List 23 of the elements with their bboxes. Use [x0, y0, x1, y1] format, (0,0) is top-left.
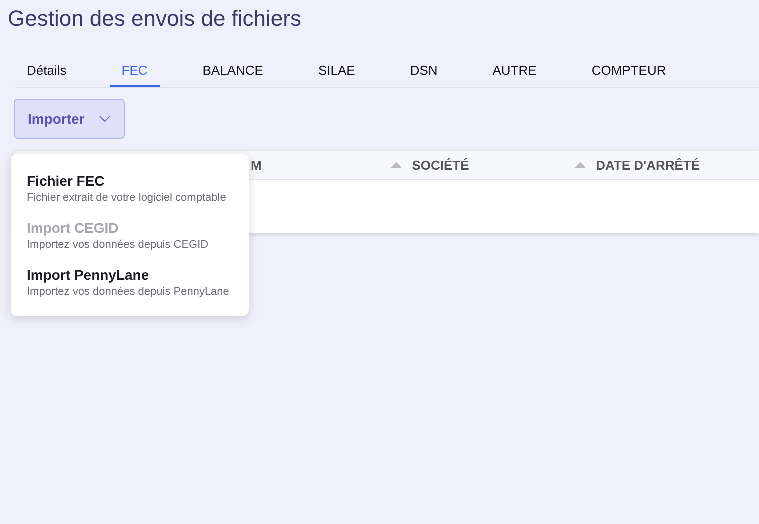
- menu-item[interactable]: Import PennyLane Importez vos données depuis PennyLane: [11, 260, 249, 307]
- menu-item-title: Import PennyLane: [27, 266, 150, 284]
- tab[interactable]: SILAE: [306, 54, 368, 87]
- tab[interactable]: FEC: [110, 54, 160, 87]
- caret-icon: [98, 115, 111, 123]
- tab[interactable]: DSN: [398, 54, 450, 87]
- import-button[interactable]: Importer: [14, 99, 125, 139]
- menu-item[interactable]: Fichier FEC Fichier extrait de votre logiciel comptable: [11, 166, 249, 213]
- page-title: Gestion des envois de fichiers: [7, 5, 302, 32]
- column-header[interactable]: SOCIÉTÉ: [412, 158, 470, 172]
- tab[interactable]: BALANCE: [190, 54, 276, 87]
- menu-item-title: Fichier FEC: [27, 172, 106, 190]
- column-header[interactable]: M: [251, 158, 262, 172]
- tab[interactable]: Détails: [15, 54, 79, 87]
- tab[interactable]: AUTRE: [480, 54, 549, 87]
- menu-item-description: Importez vos données depuis CEGID: [27, 238, 210, 253]
- menu-item-description: Importez vos données depuis PennyLane: [27, 285, 230, 300]
- sort-icon[interactable]: [575, 162, 586, 168]
- menu-item-description: Fichier extrait de votre logiciel comptable: [27, 191, 228, 206]
- sort-icon[interactable]: [391, 162, 402, 168]
- menu-item-title: Import CEGID: [27, 219, 120, 237]
- column-header[interactable]: DATE D'ARRÊTÉ: [596, 158, 700, 172]
- tab[interactable]: COMPTEUR: [580, 54, 678, 87]
